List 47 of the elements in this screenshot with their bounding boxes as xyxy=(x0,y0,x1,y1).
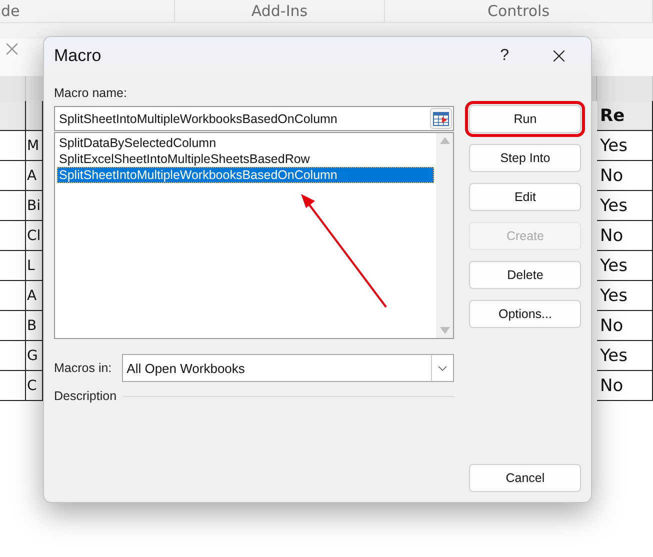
macros-in-dropdown[interactable]: All Open Workbooks xyxy=(122,354,454,382)
table-cell: No xyxy=(597,371,653,401)
table-cell: Yes xyxy=(597,191,653,221)
row-header[interactable] xyxy=(0,281,26,311)
row-header[interactable] xyxy=(0,131,26,161)
row-header[interactable] xyxy=(0,341,26,371)
table-cell: C xyxy=(26,371,43,401)
dialog-button[interactable]: Delete xyxy=(469,261,581,289)
table-cell: Yes xyxy=(597,251,653,281)
dialog-button[interactable]: Options... xyxy=(469,300,581,328)
dialog-button[interactable]: Step Into xyxy=(469,144,581,172)
table-cell: Cl xyxy=(26,221,43,251)
row-header[interactable] xyxy=(0,371,26,401)
sheet-icon[interactable] xyxy=(430,108,452,129)
ribbon-group-label: Add-Ins xyxy=(251,2,308,20)
row-header[interactable] xyxy=(0,161,26,191)
row-header[interactable] xyxy=(0,311,26,341)
macro-list-item[interactable]: SplitSheetIntoMultipleWorkbooksBasedOnColumn xyxy=(57,167,434,183)
ribbon-group-label: Controls xyxy=(487,2,550,20)
table-cell: B xyxy=(26,311,43,341)
macro-list-item[interactable]: SplitExcelSheetIntoMultipleSheetsBasedRow xyxy=(57,151,434,167)
table-cell: Yes xyxy=(597,281,653,311)
macro-name-field[interactable]: SplitSheetIntoMultipleWorkbooksBasedOnColumn xyxy=(54,106,454,131)
ribbon-group-label: de xyxy=(1,2,20,20)
help-button[interactable]: ? xyxy=(500,47,509,65)
table-cell: L xyxy=(26,251,43,281)
description-label: Description xyxy=(54,388,117,404)
cancel-button[interactable]: Cancel xyxy=(469,464,581,492)
table-cell: M xyxy=(26,131,43,161)
table-cell: Bi xyxy=(26,191,43,221)
table-cell: A xyxy=(26,281,43,311)
macro-list-item[interactable]: SplitDataBySelectedColumn xyxy=(57,135,434,151)
table-cell: A xyxy=(26,161,43,191)
table-cell: G xyxy=(26,341,43,371)
column-header: Re xyxy=(597,101,653,131)
table-cell: Yes xyxy=(597,131,653,161)
row-header[interactable] xyxy=(0,191,26,221)
table-cell: Yes xyxy=(597,341,653,371)
row-header[interactable] xyxy=(0,221,26,251)
row-header[interactable] xyxy=(0,251,26,281)
dialog-button[interactable]: Edit xyxy=(469,183,581,211)
table-cell: No xyxy=(597,161,653,191)
macros-in-label: Macros in: xyxy=(54,360,112,376)
table-cell: No xyxy=(597,221,653,251)
table-cell: No xyxy=(597,311,653,341)
macro-name-label: Macro name: xyxy=(54,85,128,101)
dialog-title: Macro xyxy=(54,46,102,66)
